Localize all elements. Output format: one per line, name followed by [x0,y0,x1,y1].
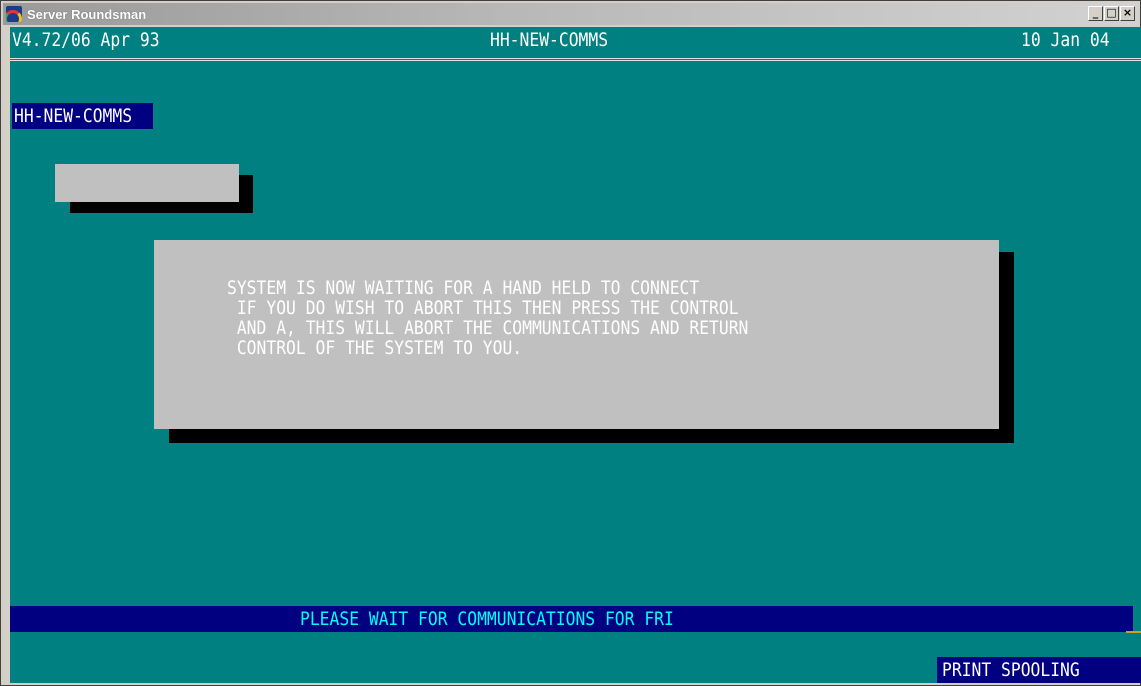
status-bar: PLEASE WAIT FOR COMMUNICATIONS FOR FRI [10,606,1133,632]
message-line: CONTROL OF THE SYSTEM TO YOU. [227,337,523,359]
message-dialog: SYSTEM IS NOW WAITING FOR A HAND HELD TO… [154,240,999,429]
print-spooling-label: PRINT SPOOLING [942,659,1080,681]
app-window: Server Roundsman _ □ × V4.72/06 Apr 93 H… [0,0,1141,686]
minimize-button[interactable]: _ [1088,6,1103,21]
roundsman-app-icon[interactable] [6,6,22,22]
message-line: AND A, THIS WILL ABORT THE COMMUNICATION… [227,317,749,339]
screen-name-text: HH-NEW-COMMS [14,105,133,127]
program-name: HH-NEW-COMMS [490,29,609,51]
message-line: SYSTEM IS NOW WAITING FOR A HAND HELD TO… [227,277,700,299]
maximize-button[interactable]: □ [1104,6,1119,21]
message-text: SYSTEM IS NOW WAITING FOR A HAND HELD TO… [227,278,833,358]
close-button[interactable]: × [1120,6,1135,21]
screen-name-label: HH-NEW-COMMS [12,103,154,129]
system-date: 10 Jan 04 [1021,29,1110,51]
version-label: V4.72/06 Apr 93 [12,29,160,51]
text-cursor [1126,631,1141,633]
message-line: IF YOU DO WISH TO ABORT THIS THEN PRESS … [227,297,739,319]
print-spooling-indicator: PRINT SPOOLING [937,657,1141,683]
title-bar[interactable]: Server Roundsman _ □ × [3,3,1138,25]
header-divider [10,58,1141,61]
status-message: PLEASE WAIT FOR COMMUNICATIONS FOR FRI [300,608,674,630]
terminal-console[interactable]: V4.72/06 Apr 93 HH-NEW-COMMS 10 Jan 04 H… [10,27,1141,683]
window-title: Server Roundsman [27,6,147,22]
input-box [55,164,239,202]
